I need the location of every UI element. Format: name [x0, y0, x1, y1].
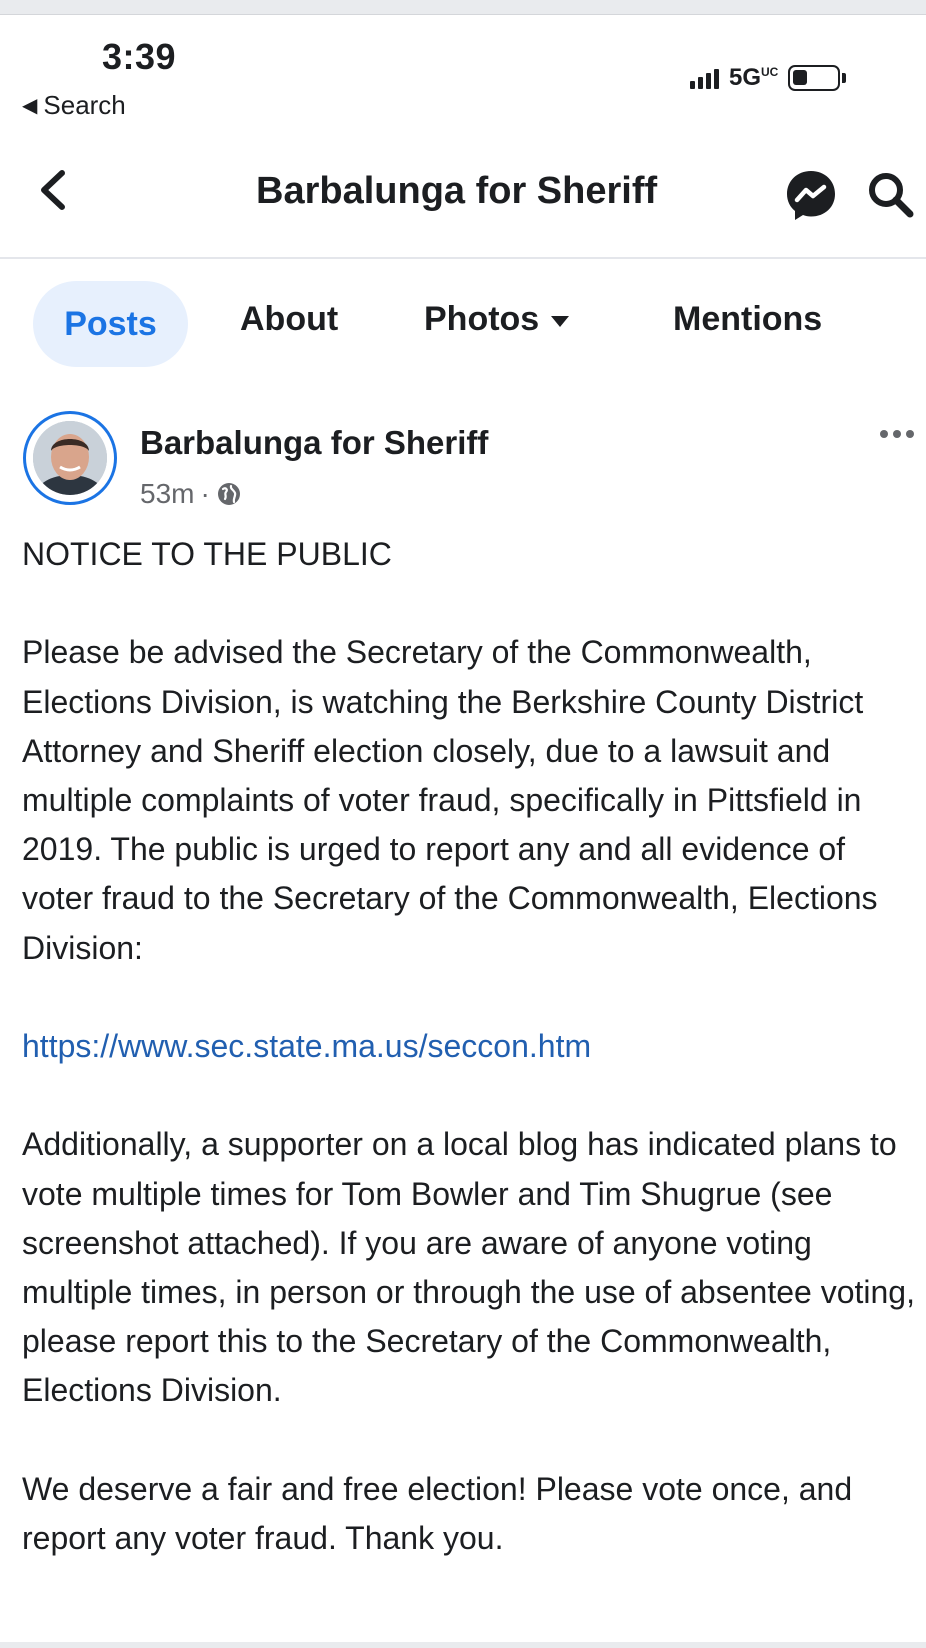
avatar-photo — [33, 421, 107, 495]
caret-down-icon — [551, 316, 570, 327]
globe-icon — [217, 483, 240, 505]
post-paragraph-1: Please be advised the Secretary of the C… — [22, 634, 878, 966]
search-icon[interactable] — [866, 170, 916, 220]
battery-icon — [788, 65, 841, 91]
status-indicators: 5GUC — [690, 64, 847, 92]
post-paragraph-3: We deserve a fair and free election! Ple… — [22, 1470, 853, 1556]
battery-tip — [842, 73, 847, 83]
tab-mentions[interactable]: Mentions — [673, 300, 822, 339]
tab-photos-label: Photos — [424, 300, 540, 338]
signal-strength-icon — [690, 67, 719, 89]
nav-divider — [0, 257, 926, 259]
post-meta: 53m · — [140, 478, 242, 510]
post-author-name[interactable]: Barbalunga for Sheriff — [140, 424, 488, 462]
meta-separator: · — [200, 478, 210, 509]
post-link[interactable]: https://www.sec.state.ma.us/seccon.htm — [22, 1028, 591, 1064]
post-body: NOTICE TO THE PUBLIC Please be advised t… — [22, 530, 922, 1563]
back-triangle-icon: ◀ — [22, 95, 38, 117]
back-app-label: Search — [43, 90, 126, 120]
post-paragraph-2: Additionally, a supporter on a local blo… — [22, 1126, 915, 1409]
bottom-edge — [0, 1642, 926, 1648]
post-heading: NOTICE TO THE PUBLIC — [22, 536, 392, 572]
author-avatar[interactable] — [23, 411, 117, 505]
network-type: 5GUC — [729, 64, 779, 91]
tab-photos[interactable]: Photos — [424, 300, 570, 339]
messenger-icon[interactable] — [783, 167, 839, 223]
status-time: 3:39 — [102, 36, 177, 77]
post-timestamp[interactable]: 53m — [140, 478, 194, 510]
tab-posts[interactable]: Posts — [33, 281, 188, 367]
chevron-left-icon[interactable] — [34, 165, 74, 215]
page-title: Barbalunga for Sheriff — [256, 170, 658, 212]
top-edge — [0, 0, 926, 15]
tab-about[interactable]: About — [240, 300, 338, 339]
back-to-search-link[interactable]: ◀ Search — [22, 90, 126, 121]
more-options-icon[interactable] — [880, 426, 922, 442]
